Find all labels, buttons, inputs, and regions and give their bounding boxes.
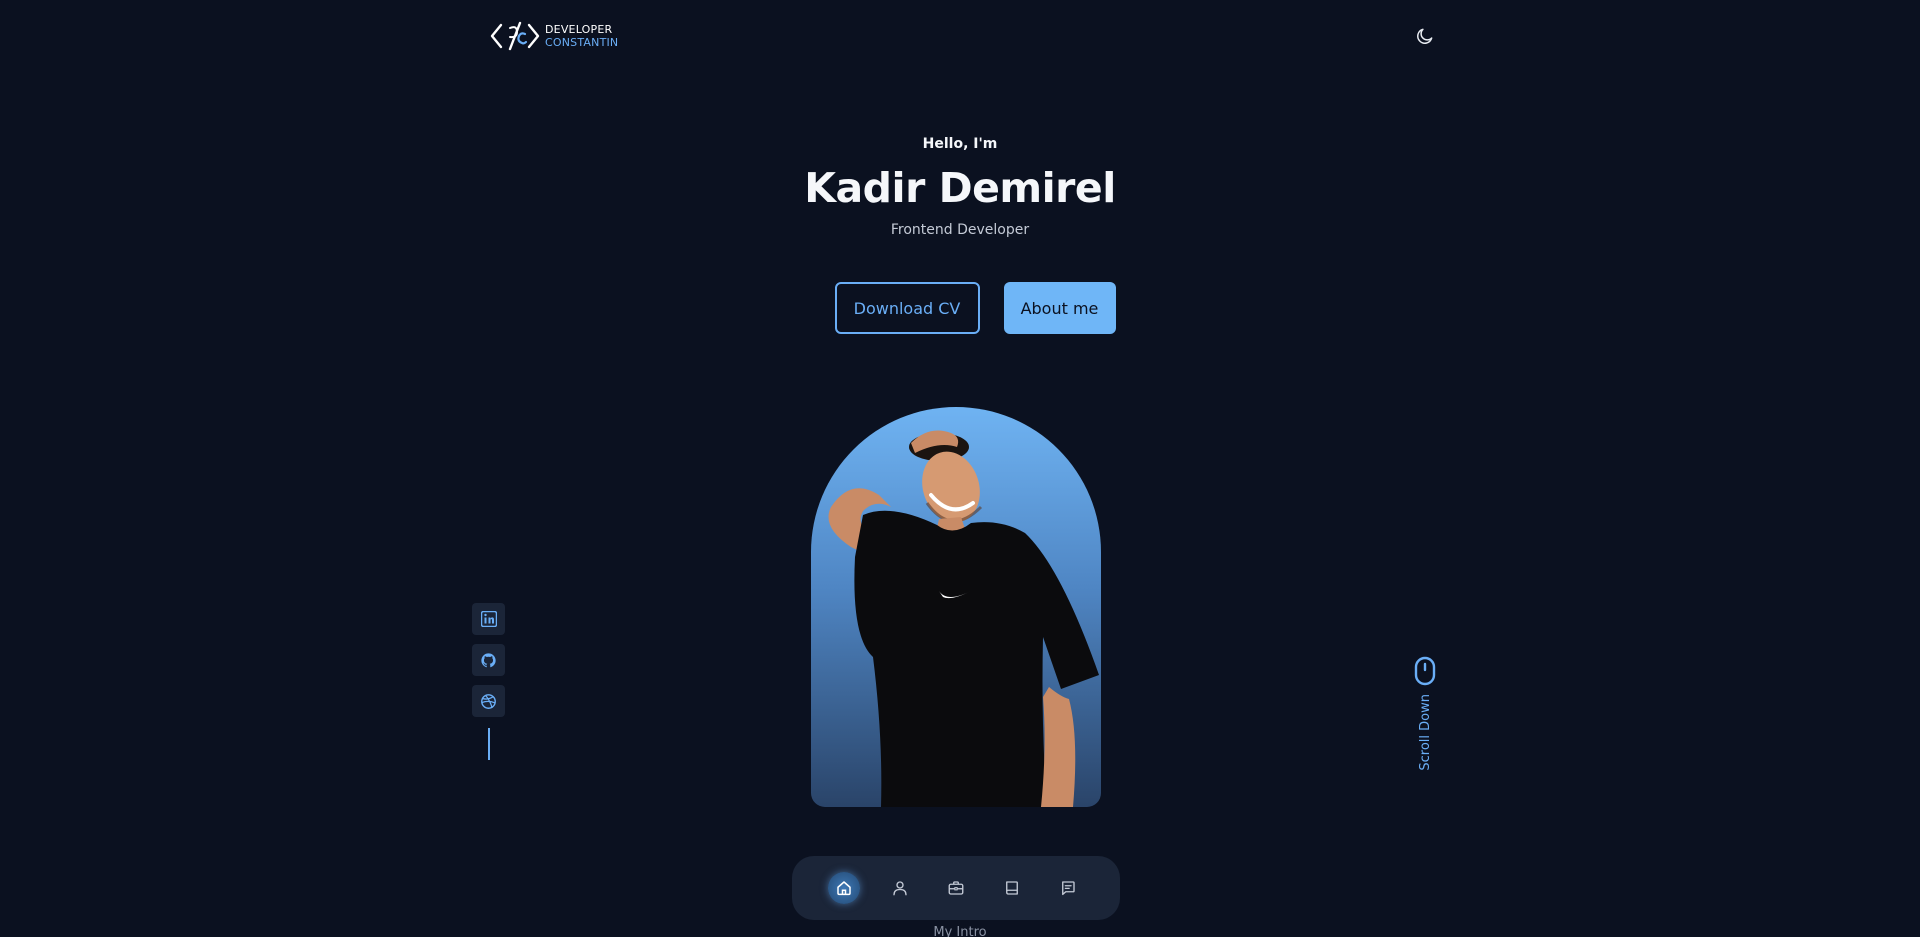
user-icon bbox=[893, 881, 907, 896]
linkedin-icon bbox=[480, 611, 497, 627]
logo[interactable]: DEVELOPER CONSTANTIN bbox=[489, 19, 618, 53]
message-icon bbox=[1062, 881, 1075, 896]
briefcase-icon bbox=[948, 881, 964, 895]
github-link[interactable] bbox=[472, 644, 505, 676]
profile-photo bbox=[811, 407, 1101, 807]
scroll-down-link[interactable]: Scroll Down bbox=[1414, 656, 1436, 771]
nav-item-portfolio[interactable] bbox=[940, 872, 972, 904]
nav-item-resume[interactable] bbox=[996, 872, 1028, 904]
dribbble-link[interactable] bbox=[472, 685, 505, 717]
nav-item-contact[interactable] bbox=[1052, 872, 1084, 904]
theme-toggle-button[interactable] bbox=[1411, 22, 1439, 50]
greeting: Hello, I'm bbox=[922, 136, 998, 152]
scroll-down-label: Scroll Down bbox=[1417, 694, 1433, 771]
download-cv-button[interactable]: Download CV bbox=[834, 282, 980, 334]
dribbble-icon bbox=[481, 693, 496, 709]
nav-item-about[interactable] bbox=[884, 872, 916, 904]
hero-role: Frontend Developer bbox=[890, 222, 1030, 238]
header: DEVELOPER CONSTANTIN bbox=[489, 16, 1439, 56]
hero-name: Kadir Demirel bbox=[804, 164, 1116, 212]
logo-line-name: CONSTANTIN bbox=[545, 36, 619, 49]
section-caption: My Intro bbox=[933, 925, 987, 937]
linkedin-link[interactable] bbox=[472, 603, 505, 635]
logo-text: DEVELOPER CONSTANTIN bbox=[545, 23, 618, 49]
bottom-nav bbox=[792, 856, 1120, 920]
page: DEVELOPER CONSTANTIN Hello, I'm Kadir De… bbox=[0, 0, 1920, 937]
person-illustration bbox=[828, 430, 1099, 807]
social-divider-line bbox=[487, 728, 490, 760]
hero-buttons: Download CV About me bbox=[0, 282, 1920, 334]
home-icon bbox=[837, 881, 851, 896]
about-me-button[interactable]: About me bbox=[1003, 282, 1116, 334]
book-icon bbox=[1006, 881, 1018, 895]
logo-mark-icon bbox=[490, 21, 540, 51]
mouse-icon bbox=[1414, 656, 1436, 686]
logo-line-developer: DEVELOPER bbox=[545, 23, 613, 36]
github-icon bbox=[481, 652, 496, 667]
moon-icon bbox=[1417, 28, 1433, 44]
nav-item-home[interactable] bbox=[828, 872, 860, 904]
social-links bbox=[472, 603, 505, 760]
